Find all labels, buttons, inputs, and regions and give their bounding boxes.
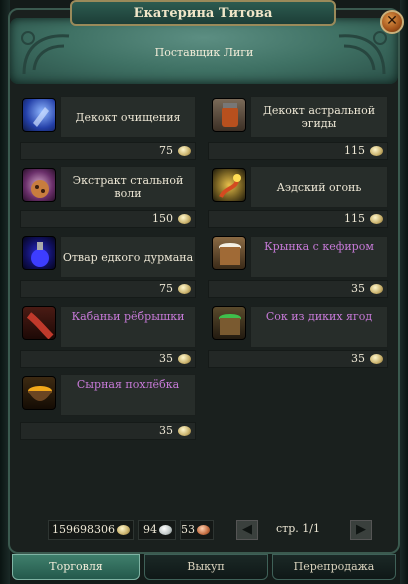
item-name[interactable]: Кабаньи рёбрышки (60, 306, 196, 348)
item-price: 35 (208, 280, 388, 298)
aedian-fire-icon[interactable] (212, 168, 246, 202)
item-price: 115 (208, 210, 388, 228)
item-name[interactable]: Отвар едкого дурмана (60, 236, 196, 278)
item-name[interactable]: Сырная похлёбка (60, 374, 196, 416)
gold-coin-icon (370, 214, 383, 224)
vendor-subtitle: Поставщик Лиги (154, 46, 254, 59)
gold-coin-icon (178, 284, 191, 294)
item-price: 75 (20, 142, 196, 160)
vendor-window: Екатерина Титова Поставщик Лиги ✕ Декокт… (0, 0, 408, 584)
gold-coin-icon (370, 146, 383, 156)
close-icon: ✕ (386, 13, 398, 29)
item-price: 35 (20, 350, 196, 368)
gold-coin-icon (370, 284, 383, 294)
silver-amount: 94 (138, 520, 176, 540)
item-price: 35 (208, 350, 388, 368)
window-title-plate: Екатерина Титова (70, 0, 336, 26)
item-price: 115 (208, 142, 388, 160)
wild-berry-juice-icon[interactable] (212, 306, 246, 340)
copper-coin-icon (197, 525, 210, 535)
caustic-datura-brew-icon[interactable] (22, 236, 56, 270)
arrow-left-icon: ◀ (242, 522, 252, 537)
copper-amount: 53 (180, 520, 214, 540)
item-name[interactable]: Сок из диких ягод (250, 306, 388, 348)
item-name[interactable]: Крынка с кефиром (250, 236, 388, 278)
next-page-button[interactable]: ▶ (350, 520, 372, 540)
cheese-soup-icon[interactable] (22, 376, 56, 410)
tab-buyback[interactable]: Выкуп (144, 554, 268, 580)
window-border-right (400, 0, 408, 584)
steel-will-extract-icon[interactable] (22, 168, 56, 202)
close-button[interactable]: ✕ (380, 10, 404, 34)
silver-coin-icon (159, 525, 172, 535)
gold-coin-icon (370, 354, 383, 364)
page-indicator: стр. 1/1 (276, 522, 320, 535)
gold-amount: 159698306 (48, 520, 134, 540)
vendor-tabs: Торговля Выкуп Перепродажа (8, 554, 400, 584)
tab-trade[interactable]: Торговля (12, 554, 140, 580)
astral-aegis-decoction-icon[interactable] (212, 98, 246, 132)
previous-page-button[interactable]: ◀ (236, 520, 258, 540)
gold-coin-icon (178, 214, 191, 224)
item-name[interactable]: Декокт астральной эгиды (250, 96, 388, 138)
purification-decoction-icon[interactable] (22, 98, 56, 132)
gold-coin-icon (178, 146, 191, 156)
item-name[interactable]: Аэдский огонь (250, 166, 388, 208)
window-title: Екатерина Титова (133, 6, 273, 21)
item-price: 75 (20, 280, 196, 298)
gold-coin-icon (178, 354, 191, 364)
item-name[interactable]: Экстракт стальной воли (60, 166, 196, 208)
boar-ribs-icon[interactable] (22, 306, 56, 340)
tab-resale[interactable]: Перепродажа (272, 554, 396, 580)
item-price: 35 (20, 422, 196, 440)
arrow-right-icon: ▶ (356, 522, 366, 537)
item-name[interactable]: Декокт очищения (60, 96, 196, 138)
gold-coin-icon (117, 525, 130, 535)
kefir-jug-icon[interactable] (212, 236, 246, 270)
gold-coin-icon (178, 426, 191, 436)
item-price: 150 (20, 210, 196, 228)
